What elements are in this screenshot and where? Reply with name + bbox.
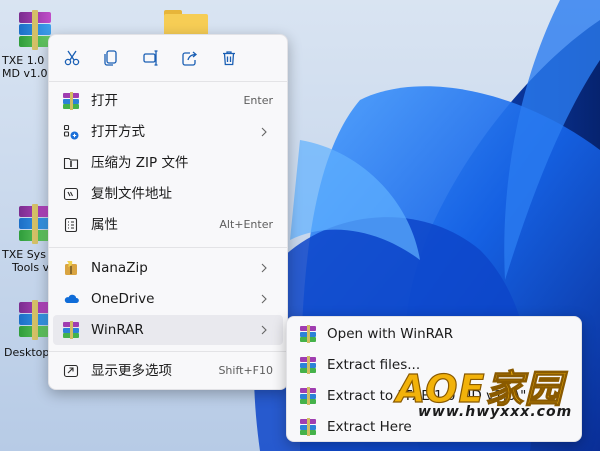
context-menu: 打开 Enter 打开方式 压缩为 ZIP 文件 复制文件地址 属性 Alt+E… xyxy=(48,34,288,390)
menu-item-shortcut: Alt+Enter xyxy=(219,218,273,231)
menu-item-shortcut: Enter xyxy=(243,94,273,107)
menu-item-properties[interactable]: 属性 Alt+Enter xyxy=(53,210,283,240)
delete-button[interactable] xyxy=(216,45,242,71)
menu-item-show-more-options[interactable]: 显示更多选项 Shift+F10 xyxy=(53,356,283,386)
menu-item-shortcut: Shift+F10 xyxy=(218,364,273,377)
winrar-icon xyxy=(300,418,316,436)
winrar-archive-icon xyxy=(19,10,51,50)
chevron-right-icon xyxy=(261,294,267,304)
chevron-right-icon xyxy=(261,325,267,335)
chevron-right-icon xyxy=(261,127,267,137)
properties-icon xyxy=(64,217,78,233)
rename-button[interactable] xyxy=(138,45,164,71)
winrar-archive-icon xyxy=(19,204,51,244)
zip-folder-icon xyxy=(63,157,79,170)
share-button[interactable] xyxy=(177,45,203,71)
winrar-icon xyxy=(300,356,316,374)
winrar-icon xyxy=(300,325,316,343)
menu-item-open-with[interactable]: 打开方式 xyxy=(53,117,283,147)
menu-item-open[interactable]: 打开 Enter xyxy=(53,86,283,116)
menu-item-winrar[interactable]: WinRAR xyxy=(53,315,283,345)
menu-item-label: WinRAR xyxy=(91,322,144,338)
menu-item-onedrive[interactable]: OneDrive xyxy=(53,284,283,314)
winrar-archive-icon xyxy=(19,300,51,340)
menu-item-label: 属性 xyxy=(91,217,118,233)
winrar-icon xyxy=(63,321,79,339)
submenu-item-label: Extract Here xyxy=(327,419,412,435)
copy-path-icon xyxy=(63,187,79,201)
cut-button[interactable] xyxy=(59,45,85,71)
menu-item-label: NanaZip xyxy=(91,260,148,276)
desktop-folder-icon[interactable] xyxy=(164,10,208,36)
show-more-icon xyxy=(63,364,79,378)
menu-item-label: OneDrive xyxy=(91,291,155,307)
menu-item-label: 显示更多选项 xyxy=(91,363,172,379)
open-with-icon xyxy=(63,124,79,140)
separator xyxy=(49,81,287,82)
separator xyxy=(49,351,287,352)
nanazip-icon xyxy=(65,261,77,275)
share-icon xyxy=(182,51,198,66)
menu-item-label: 打开 xyxy=(91,93,118,109)
menu-item-label: 打开方式 xyxy=(91,124,145,140)
submenu-item-open-with-winrar[interactable]: Open with WinRAR xyxy=(291,319,577,349)
separator xyxy=(49,247,287,248)
menu-item-label: 压缩为 ZIP 文件 xyxy=(91,155,189,171)
winrar-icon xyxy=(300,387,316,405)
menu-item-label: 复制文件地址 xyxy=(91,186,172,202)
copy-icon xyxy=(104,50,117,66)
menu-item-compress-zip[interactable]: 压缩为 ZIP 文件 xyxy=(53,148,283,178)
winrar-icon xyxy=(63,92,79,110)
rename-icon xyxy=(143,50,158,66)
menu-item-nanazip[interactable]: NanaZip xyxy=(53,253,283,283)
onedrive-icon xyxy=(64,294,79,303)
delete-icon xyxy=(223,51,235,66)
context-menu-toolbar xyxy=(49,35,289,81)
cut-icon xyxy=(64,50,80,66)
chevron-right-icon xyxy=(261,263,267,273)
menu-item-copy-path[interactable]: 复制文件地址 xyxy=(53,179,283,209)
copy-button[interactable] xyxy=(98,45,124,71)
submenu-item-label: Open with WinRAR xyxy=(327,326,454,342)
watermark-url: www.hwyxxx.com xyxy=(418,404,573,420)
